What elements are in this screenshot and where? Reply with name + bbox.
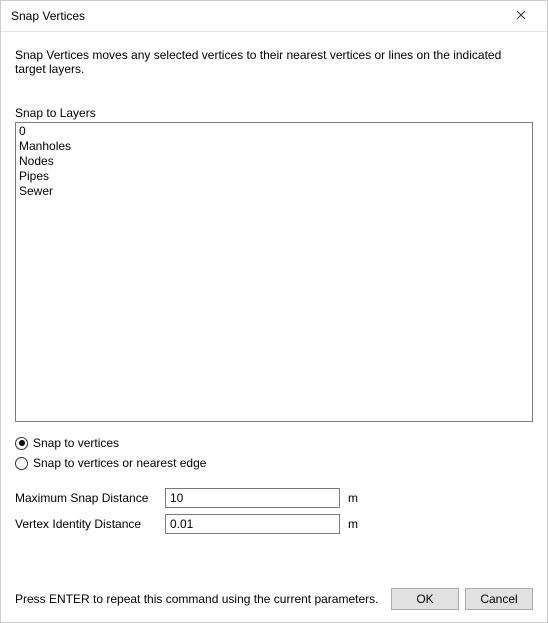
param-vertex-identity-distance: Vertex Identity Distance m <box>15 514 533 534</box>
list-item[interactable]: 0 <box>19 124 529 139</box>
window-title: Snap Vertices <box>11 9 85 23</box>
unit-label: m <box>348 491 358 505</box>
close-button[interactable] <box>501 2 541 30</box>
radio-snap-to-vertices[interactable]: Snap to vertices <box>15 436 533 450</box>
ok-button[interactable]: OK <box>391 588 459 610</box>
param-label: Vertex Identity Distance <box>15 517 165 531</box>
cancel-button[interactable]: Cancel <box>465 588 533 610</box>
unit-label: m <box>348 517 358 531</box>
radio-label: Snap to vertices <box>33 436 119 450</box>
dialog-snap-vertices: Snap Vertices Snap Vertices moves any se… <box>0 0 548 623</box>
max-snap-distance-input[interactable] <box>165 488 340 508</box>
dialog-footer: Press ENTER to repeat this command using… <box>1 578 547 622</box>
footer-hint: Press ENTER to repeat this command using… <box>15 592 379 606</box>
description-text: Snap Vertices moves any selected vertice… <box>15 48 533 76</box>
radio-snap-to-vertices-or-edge[interactable]: Snap to vertices or nearest edge <box>15 456 533 470</box>
vertex-identity-distance-input[interactable] <box>165 514 340 534</box>
close-icon <box>516 9 526 23</box>
radio-label: Snap to vertices or nearest edge <box>33 456 206 470</box>
footer-buttons: OK Cancel <box>391 588 533 610</box>
list-item[interactable]: Pipes <box>19 169 529 184</box>
titlebar: Snap Vertices <box>1 1 547 32</box>
snap-to-layers-listbox[interactable]: 0 Manholes Nodes Pipes Sewer <box>15 122 533 422</box>
radio-icon <box>15 457 28 470</box>
param-max-snap-distance: Maximum Snap Distance m <box>15 488 533 508</box>
snap-to-layers-label: Snap to Layers <box>15 106 533 120</box>
snap-mode-group: Snap to vertices Snap to vertices or nea… <box>15 436 533 470</box>
list-item[interactable]: Sewer <box>19 184 529 199</box>
list-item[interactable]: Nodes <box>19 154 529 169</box>
radio-icon <box>15 437 28 450</box>
dialog-body: Snap Vertices moves any selected vertice… <box>1 32 547 534</box>
list-item[interactable]: Manholes <box>19 139 529 154</box>
param-label: Maximum Snap Distance <box>15 491 165 505</box>
